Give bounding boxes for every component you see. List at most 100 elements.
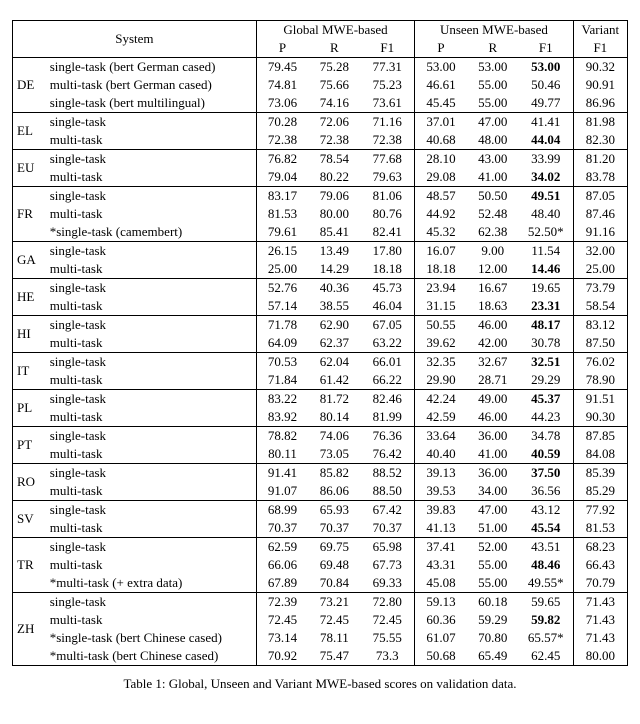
up: 37.41 — [415, 538, 467, 557]
gf: 81.06 — [360, 187, 414, 206]
lang-code: PL — [13, 390, 46, 427]
table-row: *single-task (camembert)79.6185.4182.414… — [13, 223, 628, 242]
vf: 83.78 — [573, 168, 627, 187]
uf: 43.12 — [519, 501, 573, 520]
uf: 62.45 — [519, 647, 573, 666]
up: 50.68 — [415, 647, 467, 666]
ur: 60.18 — [467, 593, 519, 612]
col-ur: R — [467, 39, 519, 58]
table-row: EUsingle-task76.8278.5477.6828.1043.0033… — [13, 150, 628, 169]
vf: 71.43 — [573, 593, 627, 612]
table-row: *multi-task (bert Chinese cased)70.9275.… — [13, 647, 628, 666]
system-cell: multi-task — [46, 131, 257, 150]
up: 29.08 — [415, 168, 467, 187]
uf: 65.57* — [519, 629, 573, 647]
lang-code: FR — [13, 187, 46, 242]
uf: 34.78 — [519, 427, 573, 446]
gf: 82.46 — [360, 390, 414, 409]
table-row: HEsingle-task52.7640.3645.7323.9416.6719… — [13, 279, 628, 298]
gp: 67.89 — [256, 574, 308, 593]
table-row: multi-task25.0014.2918.1818.1812.0014.46… — [13, 260, 628, 279]
uf: 23.31 — [519, 297, 573, 316]
vf: 90.91 — [573, 76, 627, 94]
ur: 34.00 — [467, 482, 519, 501]
gp: 72.39 — [256, 593, 308, 612]
gr: 62.37 — [308, 334, 360, 353]
system-cell: single-task — [46, 501, 257, 520]
gf: 76.42 — [360, 445, 414, 464]
uf: 48.40 — [519, 205, 573, 223]
table-row: TRsingle-task62.5969.7565.9837.4152.0043… — [13, 538, 628, 557]
up: 40.68 — [415, 131, 467, 150]
system-cell: single-task — [46, 353, 257, 372]
system-cell: single-task — [46, 390, 257, 409]
uf: 41.41 — [519, 113, 573, 132]
ur: 70.80 — [467, 629, 519, 647]
table-row: *multi-task (+ extra data)67.8970.8469.3… — [13, 574, 628, 593]
table-row: ELsingle-task70.2872.0671.1637.0147.0041… — [13, 113, 628, 132]
uf: 30.78 — [519, 334, 573, 353]
table-row: *single-task (bert Chinese cased)73.1478… — [13, 629, 628, 647]
uf: 45.54 — [519, 519, 573, 538]
ur: 51.00 — [467, 519, 519, 538]
gr: 72.06 — [308, 113, 360, 132]
uf: 48.46 — [519, 556, 573, 574]
uf: 50.46 — [519, 76, 573, 94]
uf: 40.59 — [519, 445, 573, 464]
table-row: SVsingle-task68.9965.9367.4239.8347.0043… — [13, 501, 628, 520]
system-cell: single-task — [46, 150, 257, 169]
gp: 57.14 — [256, 297, 308, 316]
gp: 72.45 — [256, 611, 308, 629]
system-cell: multi-task (bert German cased) — [46, 76, 257, 94]
gr: 86.06 — [308, 482, 360, 501]
uf: 44.04 — [519, 131, 573, 150]
gp: 83.92 — [256, 408, 308, 427]
table-row: HIsingle-task71.7862.9067.0550.5546.0048… — [13, 316, 628, 335]
table-row: multi-task71.8461.4266.2229.9028.7129.29… — [13, 371, 628, 390]
up: 39.53 — [415, 482, 467, 501]
system-cell: single-task — [46, 593, 257, 612]
table-row: FRsingle-task83.1779.0681.0648.5750.5049… — [13, 187, 628, 206]
system-cell: multi-task — [46, 168, 257, 187]
system-cell: multi-task — [46, 482, 257, 501]
gr: 72.45 — [308, 611, 360, 629]
ur: 36.00 — [467, 427, 519, 446]
uf: 36.56 — [519, 482, 573, 501]
gf: 45.73 — [360, 279, 414, 298]
gr: 80.22 — [308, 168, 360, 187]
table-row: multi-task79.0480.2279.6329.0841.0034.02… — [13, 168, 628, 187]
table-row: ITsingle-task70.5362.0466.0132.3532.6732… — [13, 353, 628, 372]
up: 42.24 — [415, 390, 467, 409]
gr: 74.16 — [308, 94, 360, 113]
gf: 72.38 — [360, 131, 414, 150]
system-cell: multi-task — [46, 260, 257, 279]
uf: 33.99 — [519, 150, 573, 169]
gr: 78.54 — [308, 150, 360, 169]
uf: 59.82 — [519, 611, 573, 629]
table-row: PTsingle-task78.8274.0676.3633.6436.0034… — [13, 427, 628, 446]
gf: 73.61 — [360, 94, 414, 113]
ur: 28.71 — [467, 371, 519, 390]
table-row: multi-task70.3770.3770.3741.1351.0045.54… — [13, 519, 628, 538]
gf: 65.98 — [360, 538, 414, 557]
table-row: GAsingle-task26.1513.4917.8016.079.0011.… — [13, 242, 628, 261]
gp: 25.00 — [256, 260, 308, 279]
uf: 49.77 — [519, 94, 573, 113]
gf: 72.45 — [360, 611, 414, 629]
vf: 25.00 — [573, 260, 627, 279]
gr: 80.00 — [308, 205, 360, 223]
ur: 47.00 — [467, 113, 519, 132]
up: 18.18 — [415, 260, 467, 279]
col-system: System — [13, 21, 257, 58]
system-cell: multi-task — [46, 205, 257, 223]
vf: 84.08 — [573, 445, 627, 464]
gf: 76.36 — [360, 427, 414, 446]
up: 39.62 — [415, 334, 467, 353]
ur: 41.00 — [467, 168, 519, 187]
gf: 67.73 — [360, 556, 414, 574]
uf: 19.65 — [519, 279, 573, 298]
gf: 75.23 — [360, 76, 414, 94]
table-row: multi-task80.1173.0576.4240.4041.0040.59… — [13, 445, 628, 464]
vf: 90.30 — [573, 408, 627, 427]
up: 45.45 — [415, 94, 467, 113]
